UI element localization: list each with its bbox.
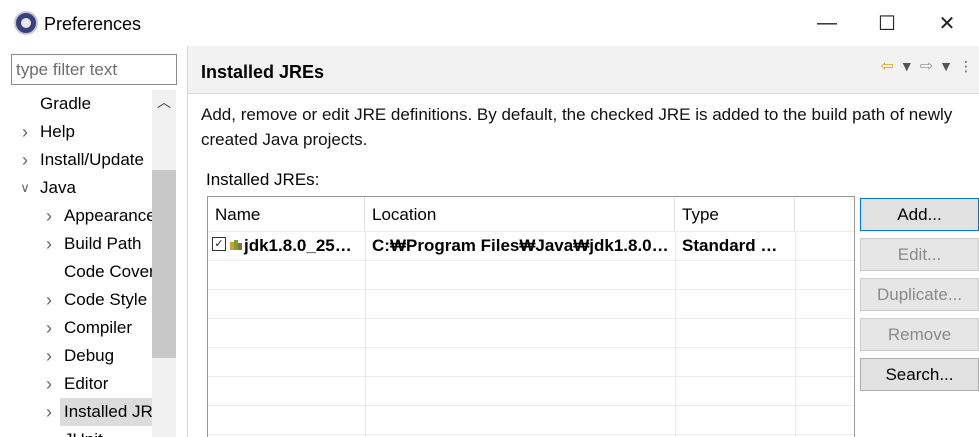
tree-item-label: Installed JREs [64,402,152,421]
maximize-button[interactable]: ☐ [857,0,917,46]
minimize-button[interactable]: — [797,0,857,46]
grid-line [208,289,854,290]
search-jre-button[interactable]: Search... [860,358,979,391]
forward-dropdown-icon[interactable]: ▼ [939,58,953,74]
tree-item-label: Install/Update [40,150,144,169]
chevron-right-icon[interactable]: › [43,342,55,370]
filter-input[interactable] [11,54,177,85]
window-title: Preferences [44,14,142,34]
tree-item[interactable]: › Editor [46,370,152,398]
back-dropdown-icon[interactable]: ▼ [900,58,914,74]
duplicate-jre-button[interactable]: Duplicate... [860,278,979,311]
jre-default-checkbox[interactable]: ✓ [212,237,226,251]
column-header-location[interactable]: Location [365,197,675,231]
chevron-right-icon[interactable]: › [19,118,31,146]
tree-item-label: Code Coverage [64,262,152,281]
forward-arrow-icon[interactable]: ⇨ [920,56,933,76]
grid-line [208,376,854,377]
chevron-right-icon[interactable]: › [43,370,55,398]
tree-item-label: Compiler [64,318,133,337]
chevron-right-icon[interactable]: › [43,398,55,426]
chevron-right-icon[interactable]: › [43,314,55,342]
tree-item-label: Editor [64,374,109,393]
tree-item[interactable]: › Appearance [46,202,152,230]
tree-item-label: Code Style [64,290,148,309]
tree-item[interactable]: Gradle [0,90,152,118]
grid-line [208,405,854,406]
scroll-thumb[interactable] [152,170,176,358]
installed-jres-page: Installed JREs ⇦ ▼ ⇨ ▼ ⋮ Add, remove or … [188,46,979,437]
grid-line [675,231,676,437]
column-header-name[interactable]: Name [208,197,365,231]
page-header: Installed JREs ⇦ ▼ ⇨ ▼ ⋮ [188,46,979,94]
edit-jre-button[interactable]: Edit... [860,238,979,271]
section-label: Installed JREs: [206,170,320,189]
eclipse-icon [14,11,38,35]
preferences-tree-panel: Gradle › Help › Install/Update ∨ Java › Appearan… [0,46,186,437]
tree-item-label: Appearance [64,206,152,225]
grid-line [208,260,854,261]
chevron-down-icon[interactable]: ∨ [19,174,31,202]
tree-item[interactable]: › Build Path [46,230,152,258]
tree-item[interactable]: › Installed JREs [46,398,152,426]
close-button[interactable]: ✕ [917,0,977,46]
column-header-type[interactable]: Type [675,197,795,231]
tree-item[interactable]: JUnit [60,426,152,437]
chevron-right-icon[interactable]: › [43,286,55,314]
grid-line [795,231,796,437]
tree-item[interactable]: › Compiler [46,314,152,342]
title-bar: Preferences — ☐ ✕ [0,0,979,46]
remove-jre-button[interactable]: Remove [860,318,979,351]
tree-item-label: Gradle [40,94,92,113]
tree-item-label: JUnit [64,426,103,437]
page-title: Installed JREs [201,62,325,82]
grid-line [208,434,854,435]
view-menu-icon[interactable]: ⋮ [959,58,973,75]
grid-line [208,318,854,319]
jre-table[interactable]: Name Location Type ✓ jdk1.8.0_25… C:₩Pro… [207,196,855,437]
tree-item[interactable]: › Help [0,118,152,146]
grid-line [365,231,366,437]
page-description: Add, remove or edit JRE definitions. By … [201,105,953,149]
add-jre-button[interactable]: Add... [860,198,979,231]
tree-item[interactable]: › Debug [46,342,152,370]
jre-type-cell[interactable]: Standard … [675,231,795,260]
tree-item-label: Build Path [64,234,142,253]
tree-item[interactable]: › Install/Update [0,146,152,174]
chevron-right-icon[interactable]: › [43,230,55,258]
tree-item[interactable]: ∨ Java [0,174,152,202]
tree-item[interactable]: › Code Style [46,286,152,314]
tree-item-label: Debug [64,346,115,365]
jre-location-cell[interactable]: C:₩Program Files₩Java₩jdk1.8.0… [365,231,675,260]
chevron-right-icon[interactable]: › [43,202,55,230]
back-arrow-icon[interactable]: ⇦ [880,56,893,76]
page-nav: ⇦ ▼ ⇨ ▼ ⋮ [880,56,973,76]
grid-line [208,347,854,348]
preferences-tree: Gradle › Help › Install/Update ∨ Java › Appearan… [0,90,152,437]
jre-name-cell[interactable]: jdk1.8.0_25… [241,231,365,260]
scroll-up-icon[interactable]: ︿ [152,90,176,114]
tree-item[interactable]: Code Coverage [60,258,152,286]
chevron-right-icon[interactable]: › [19,146,31,174]
tree-item-label: Help [40,122,75,141]
tree-scrollbar[interactable]: ︿ [152,90,176,437]
tree-item-label: Java [40,178,76,197]
